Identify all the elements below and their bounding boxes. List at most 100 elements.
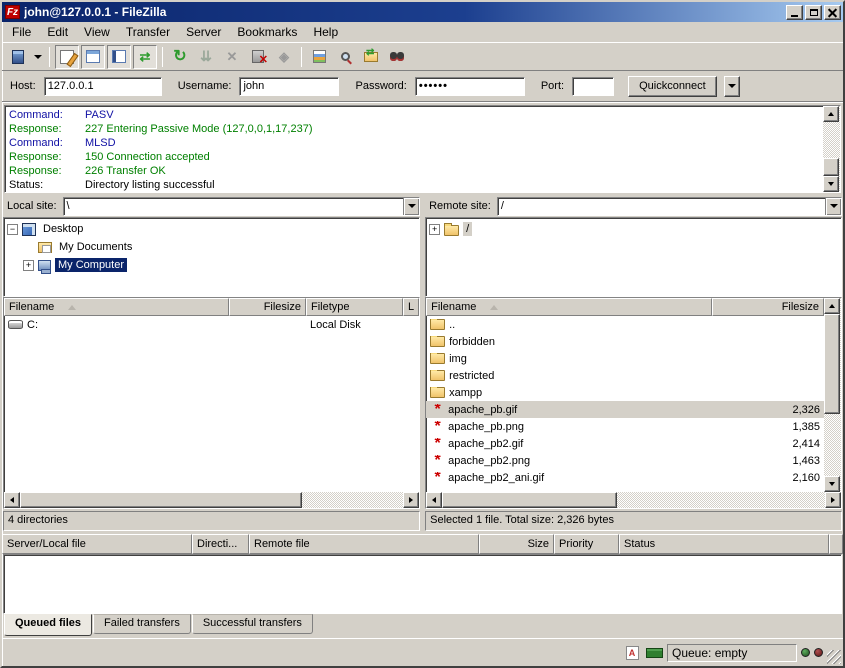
queue-status: Queue: empty [667,644,797,662]
queue-column-direction[interactable]: Directi... [192,534,249,554]
file-row[interactable]: restricted [426,367,824,384]
file-row[interactable]: .. [426,316,824,333]
process-queue-button[interactable]: ⇊ [194,45,218,69]
remote-site-combobox[interactable]: / [497,197,842,216]
expand-icon[interactable]: + [429,224,440,235]
queue-column-status[interactable]: Status [619,534,829,554]
scroll-left-button[interactable] [426,492,442,508]
scroll-up-button[interactable] [823,106,839,122]
scroll-down-button[interactable] [824,476,840,492]
toggle-queue-button[interactable]: ⇄ [133,45,157,69]
remote-site-label: Remote site: [426,200,494,212]
directory-comparison-button[interactable] [333,45,357,69]
tab-failed-transfers[interactable]: Failed transfers [93,614,191,634]
queue-column-size[interactable]: Size [479,534,554,554]
quickconnect-button[interactable]: Quickconnect [628,76,717,97]
remote-site-dropdown[interactable] [825,198,841,215]
remote-tree-icon [112,50,126,63]
log-scrollbar[interactable] [823,106,840,192]
file-row[interactable]: img [426,350,824,367]
toggle-remote-tree-button[interactable] [107,45,131,69]
site-manager-button[interactable] [6,45,30,69]
comparison-icon [341,52,350,61]
file-row[interactable]: *apache_pb2.gif 2,414 [426,435,824,452]
find-files-button[interactable] [385,45,409,69]
tree-item-desktop[interactable]: − Desktop [7,220,419,238]
toggle-local-tree-button[interactable] [81,45,105,69]
host-input[interactable] [44,77,162,96]
scroll-thumb[interactable] [824,314,840,414]
menu-file[interactable]: File [4,23,39,41]
column-header-filesize[interactable]: Filesize [229,298,306,316]
scroll-right-button[interactable] [403,492,419,508]
file-row[interactable]: *apache_pb2.png 1,463 [426,452,824,469]
remote-pane: Remote site: / + / Filename [424,195,843,531]
column-header-lastmodified[interactable]: L [403,298,419,316]
menu-transfer[interactable]: Transfer [118,23,178,41]
local-site-combobox[interactable]: \ [63,197,421,216]
cancel-button[interactable]: ✕ [220,45,244,69]
file-row-selected[interactable]: *apache_pb.gif 2,326 [426,401,824,418]
log-line: Response:227 Entering Passive Mode (127,… [9,122,823,136]
transfer-type-indicator[interactable]: A [623,645,641,661]
menu-edit[interactable]: Edit [39,23,76,41]
remote-horizontal-scrollbar[interactable] [426,492,841,508]
remote-list-header: Filename Filesize [426,298,824,316]
file-row[interactable]: *apache_pb2_ani.gif 2,160 [426,469,824,486]
site-manager-dropdown[interactable] [32,45,44,69]
queue-column-remote-file[interactable]: Remote file [249,534,479,554]
disconnect-button[interactable] [246,45,270,69]
tree-item-my-documents[interactable]: My Documents [7,238,419,256]
refresh-icon: ↻ [173,49,186,65]
file-row-c-drive[interactable]: C: Local Disk [4,316,419,333]
scroll-thumb[interactable] [442,492,617,508]
local-pane: Local site: \ − Desktop My Documents [2,195,421,531]
refresh-button[interactable]: ↻ [168,45,192,69]
column-header-filetype[interactable]: Filetype [306,298,403,316]
password-input[interactable] [415,77,525,96]
maximize-button[interactable] [805,5,822,20]
column-header-filesize[interactable]: Filesize [712,298,824,316]
close-button[interactable] [824,5,841,20]
reconnect-button[interactable]: ◈ [272,45,296,69]
scroll-up-button[interactable] [824,298,840,314]
queue-column-priority[interactable]: Priority [554,534,619,554]
menu-server[interactable]: Server [178,23,229,41]
filter-button[interactable] [307,45,331,69]
toolbar-separator [301,47,302,67]
queue-column-server-local[interactable]: Server/Local file [2,534,192,554]
menu-view[interactable]: View [76,23,118,41]
local-horizontal-scrollbar[interactable] [4,492,419,508]
scroll-left-button[interactable] [4,492,20,508]
remote-vertical-scrollbar[interactable] [824,298,841,492]
file-row[interactable]: forbidden [426,333,824,350]
speed-limit-indicator[interactable] [645,645,663,661]
column-header-filename[interactable]: Filename [426,298,712,316]
tab-queued-files[interactable]: Queued files [4,614,92,636]
file-row[interactable]: *apache_pb.png 1,385 [426,418,824,435]
menu-bookmarks[interactable]: Bookmarks [229,23,305,41]
chevron-down-icon [830,204,838,208]
file-row[interactable]: xampp [426,384,824,401]
scroll-thumb[interactable] [823,158,839,176]
resize-grip[interactable] [827,650,841,664]
tab-successful-transfers[interactable]: Successful transfers [192,614,313,634]
scroll-right-button[interactable] [825,492,841,508]
scroll-down-button[interactable] [823,176,839,192]
chevron-down-icon [408,204,416,208]
sync-browsing-button[interactable] [359,45,383,69]
local-file-list: Filename Filesize Filetype L C: Local Di… [3,297,420,509]
menu-help[interactable]: Help [305,23,346,41]
port-input[interactable] [572,77,614,96]
column-header-filename[interactable]: Filename [4,298,229,316]
collapse-icon[interactable]: − [7,224,18,235]
toggle-message-log-button[interactable] [55,45,79,69]
username-input[interactable] [239,77,339,96]
expand-icon[interactable]: + [23,260,34,271]
tree-item-root[interactable]: + / [429,220,841,238]
scroll-thumb[interactable] [20,492,302,508]
minimize-button[interactable] [786,5,803,20]
local-site-dropdown[interactable] [403,198,419,215]
quickconnect-dropdown[interactable] [724,76,740,97]
tree-item-my-computer[interactable]: + My Computer [7,256,419,274]
